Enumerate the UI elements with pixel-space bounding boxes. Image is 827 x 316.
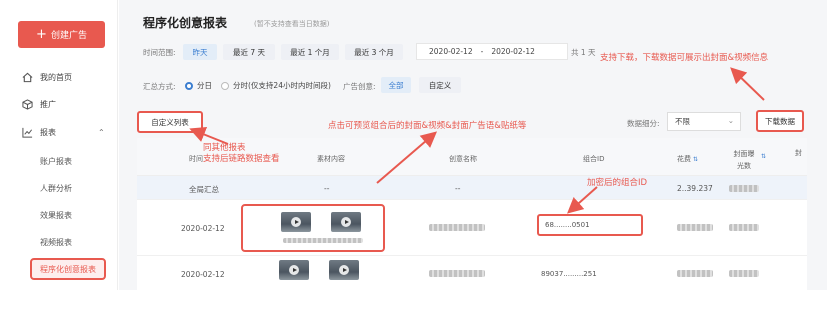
video-thumbnail[interactable] bbox=[331, 212, 361, 232]
summary-cost: 2..39.237 bbox=[677, 184, 713, 193]
nav-home-label: 我的首页 bbox=[40, 73, 72, 82]
radio-unchecked-icon bbox=[221, 81, 229, 90]
annotation-same-2: 支持后链路数据查看 bbox=[203, 154, 280, 164]
summary-time: 全局汇总 bbox=[189, 185, 219, 194]
plus-icon: + bbox=[36, 27, 47, 42]
play-icon bbox=[341, 217, 351, 227]
annotation-download: 支持下载，下载数据可展示出封面&视频信息 bbox=[600, 53, 769, 63]
sort-icon[interactable]: ⇅ bbox=[693, 156, 698, 163]
nav-reports-label: 报表 bbox=[40, 128, 56, 137]
blurred-value bbox=[729, 270, 759, 277]
sidebar: + 创建广告 我的首页 推广 报表 ⌃ 账户报表 人群分析 效果报表 视频报表 … bbox=[0, 0, 118, 290]
table-row[interactable]: 2020-02-12 68........0501 bbox=[137, 200, 807, 256]
blurred-name bbox=[429, 270, 485, 277]
date-range-picker[interactable]: 2020-02-12 - 2020-02-12 bbox=[416, 43, 568, 60]
blurred-value bbox=[729, 224, 759, 231]
row-time: 2020-02-12 bbox=[181, 270, 225, 279]
summary-name: -- bbox=[455, 184, 461, 193]
nav-promote[interactable]: 推广 bbox=[22, 99, 56, 110]
summary-material: -- bbox=[324, 184, 330, 193]
material-preview[interactable] bbox=[241, 204, 385, 252]
sub-item-account[interactable]: 账户报表 bbox=[40, 156, 72, 167]
time-yesterday[interactable]: 昨天 bbox=[183, 44, 217, 60]
create-ad-button[interactable]: + 创建广告 bbox=[18, 21, 105, 48]
creative-label: 广告创意: bbox=[343, 82, 376, 91]
download-button[interactable]: 下载数据 bbox=[756, 110, 804, 132]
nav-promote-label: 推广 bbox=[40, 100, 56, 109]
cube-icon bbox=[22, 99, 33, 110]
custom-columns-button[interactable]: 自定义列表 bbox=[137, 111, 203, 133]
time-3months[interactable]: 最近 3 个月 bbox=[345, 44, 403, 60]
th-more: 封 bbox=[795, 149, 802, 157]
annotation-preview: 点击可预览组合后的封面&视频&封面广告语&贴纸等 bbox=[328, 121, 527, 131]
group-select-value: 不限 bbox=[675, 117, 690, 126]
chart-icon bbox=[22, 127, 33, 138]
home-icon bbox=[22, 72, 33, 83]
date-end: 2020-02-12 bbox=[491, 47, 535, 56]
sub-item-video[interactable]: 视频报表 bbox=[40, 237, 72, 248]
create-ad-label: 创建广告 bbox=[50, 31, 87, 41]
row-time: 2020-02-12 bbox=[181, 224, 225, 233]
video-thumbnail[interactable] bbox=[329, 260, 359, 280]
table-row[interactable]: 2020-02-12 89037.........251 bbox=[137, 256, 807, 290]
group-label: 数据细分: bbox=[627, 119, 660, 128]
blurred-caption bbox=[283, 238, 363, 243]
th-name: 创意名称 bbox=[449, 155, 477, 163]
play-icon bbox=[289, 265, 299, 275]
combo-id: 89037.........251 bbox=[541, 270, 597, 278]
video-thumbnail[interactable] bbox=[279, 260, 309, 280]
sub-item-effect[interactable]: 效果报表 bbox=[40, 210, 72, 221]
date-start: 2020-02-12 bbox=[429, 47, 473, 56]
th-time[interactable]: 时间 bbox=[189, 154, 203, 164]
sort-icon[interactable]: ⇅ bbox=[761, 153, 766, 160]
creative-custom[interactable]: 自定义 bbox=[419, 77, 461, 93]
time-7days[interactable]: 最近 7 天 bbox=[223, 44, 275, 60]
time-range-label: 时间范围: bbox=[143, 48, 176, 57]
blurred-cost bbox=[677, 224, 713, 231]
summary-label: 汇总方式: bbox=[143, 82, 176, 91]
day-count: 共 1 天 bbox=[571, 48, 596, 57]
radio-hourly[interactable]: 分时(仅支持24小时内时间段) bbox=[221, 80, 331, 91]
nav-reports[interactable]: 报表 bbox=[22, 127, 56, 138]
summary-row: 全局汇总 -- -- 2..39.237 bbox=[137, 176, 807, 200]
page-note: (暂不支持查看当日数据) bbox=[254, 20, 330, 28]
th-material: 素材内容 bbox=[317, 155, 345, 163]
sub-item-audience[interactable]: 人群分析 bbox=[40, 183, 72, 194]
th-id: 组合ID bbox=[583, 155, 605, 163]
play-icon bbox=[339, 265, 349, 275]
chevron-up-icon[interactable]: ⌃ bbox=[98, 128, 105, 137]
blurred-cost bbox=[677, 270, 713, 277]
creative-all[interactable]: 全部 bbox=[381, 77, 411, 93]
combo-id-box: 68........0501 bbox=[537, 214, 643, 236]
blurred-value bbox=[729, 185, 759, 192]
play-icon bbox=[291, 217, 301, 227]
radio-checked-icon bbox=[185, 81, 193, 90]
th-cost[interactable]: 花费 bbox=[677, 154, 691, 164]
sub-item-programmatic[interactable]: 程序化创意报表 bbox=[30, 258, 106, 280]
time-1month[interactable]: 最近 1 个月 bbox=[281, 44, 339, 60]
radio-hourly-label: 分时(仅支持24小时内时间段) bbox=[233, 81, 331, 90]
video-thumbnail[interactable] bbox=[281, 212, 311, 232]
page-title: 程序化创意报表 bbox=[143, 16, 228, 30]
th-cover-impressions[interactable]: 封面曝光数 bbox=[733, 148, 755, 172]
radio-daily-label: 分日 bbox=[197, 81, 212, 90]
group-select[interactable]: 不限 ⌄ bbox=[667, 112, 741, 131]
annotation-id: 加密后的组合ID bbox=[587, 178, 648, 188]
radio-daily[interactable]: 分日 bbox=[185, 80, 212, 91]
chevron-down-icon: ⌄ bbox=[727, 116, 734, 125]
nav-home[interactable]: 我的首页 bbox=[22, 72, 72, 83]
combo-id: 68........0501 bbox=[545, 221, 590, 229]
blurred-name bbox=[429, 224, 485, 231]
date-sep: - bbox=[480, 47, 484, 56]
